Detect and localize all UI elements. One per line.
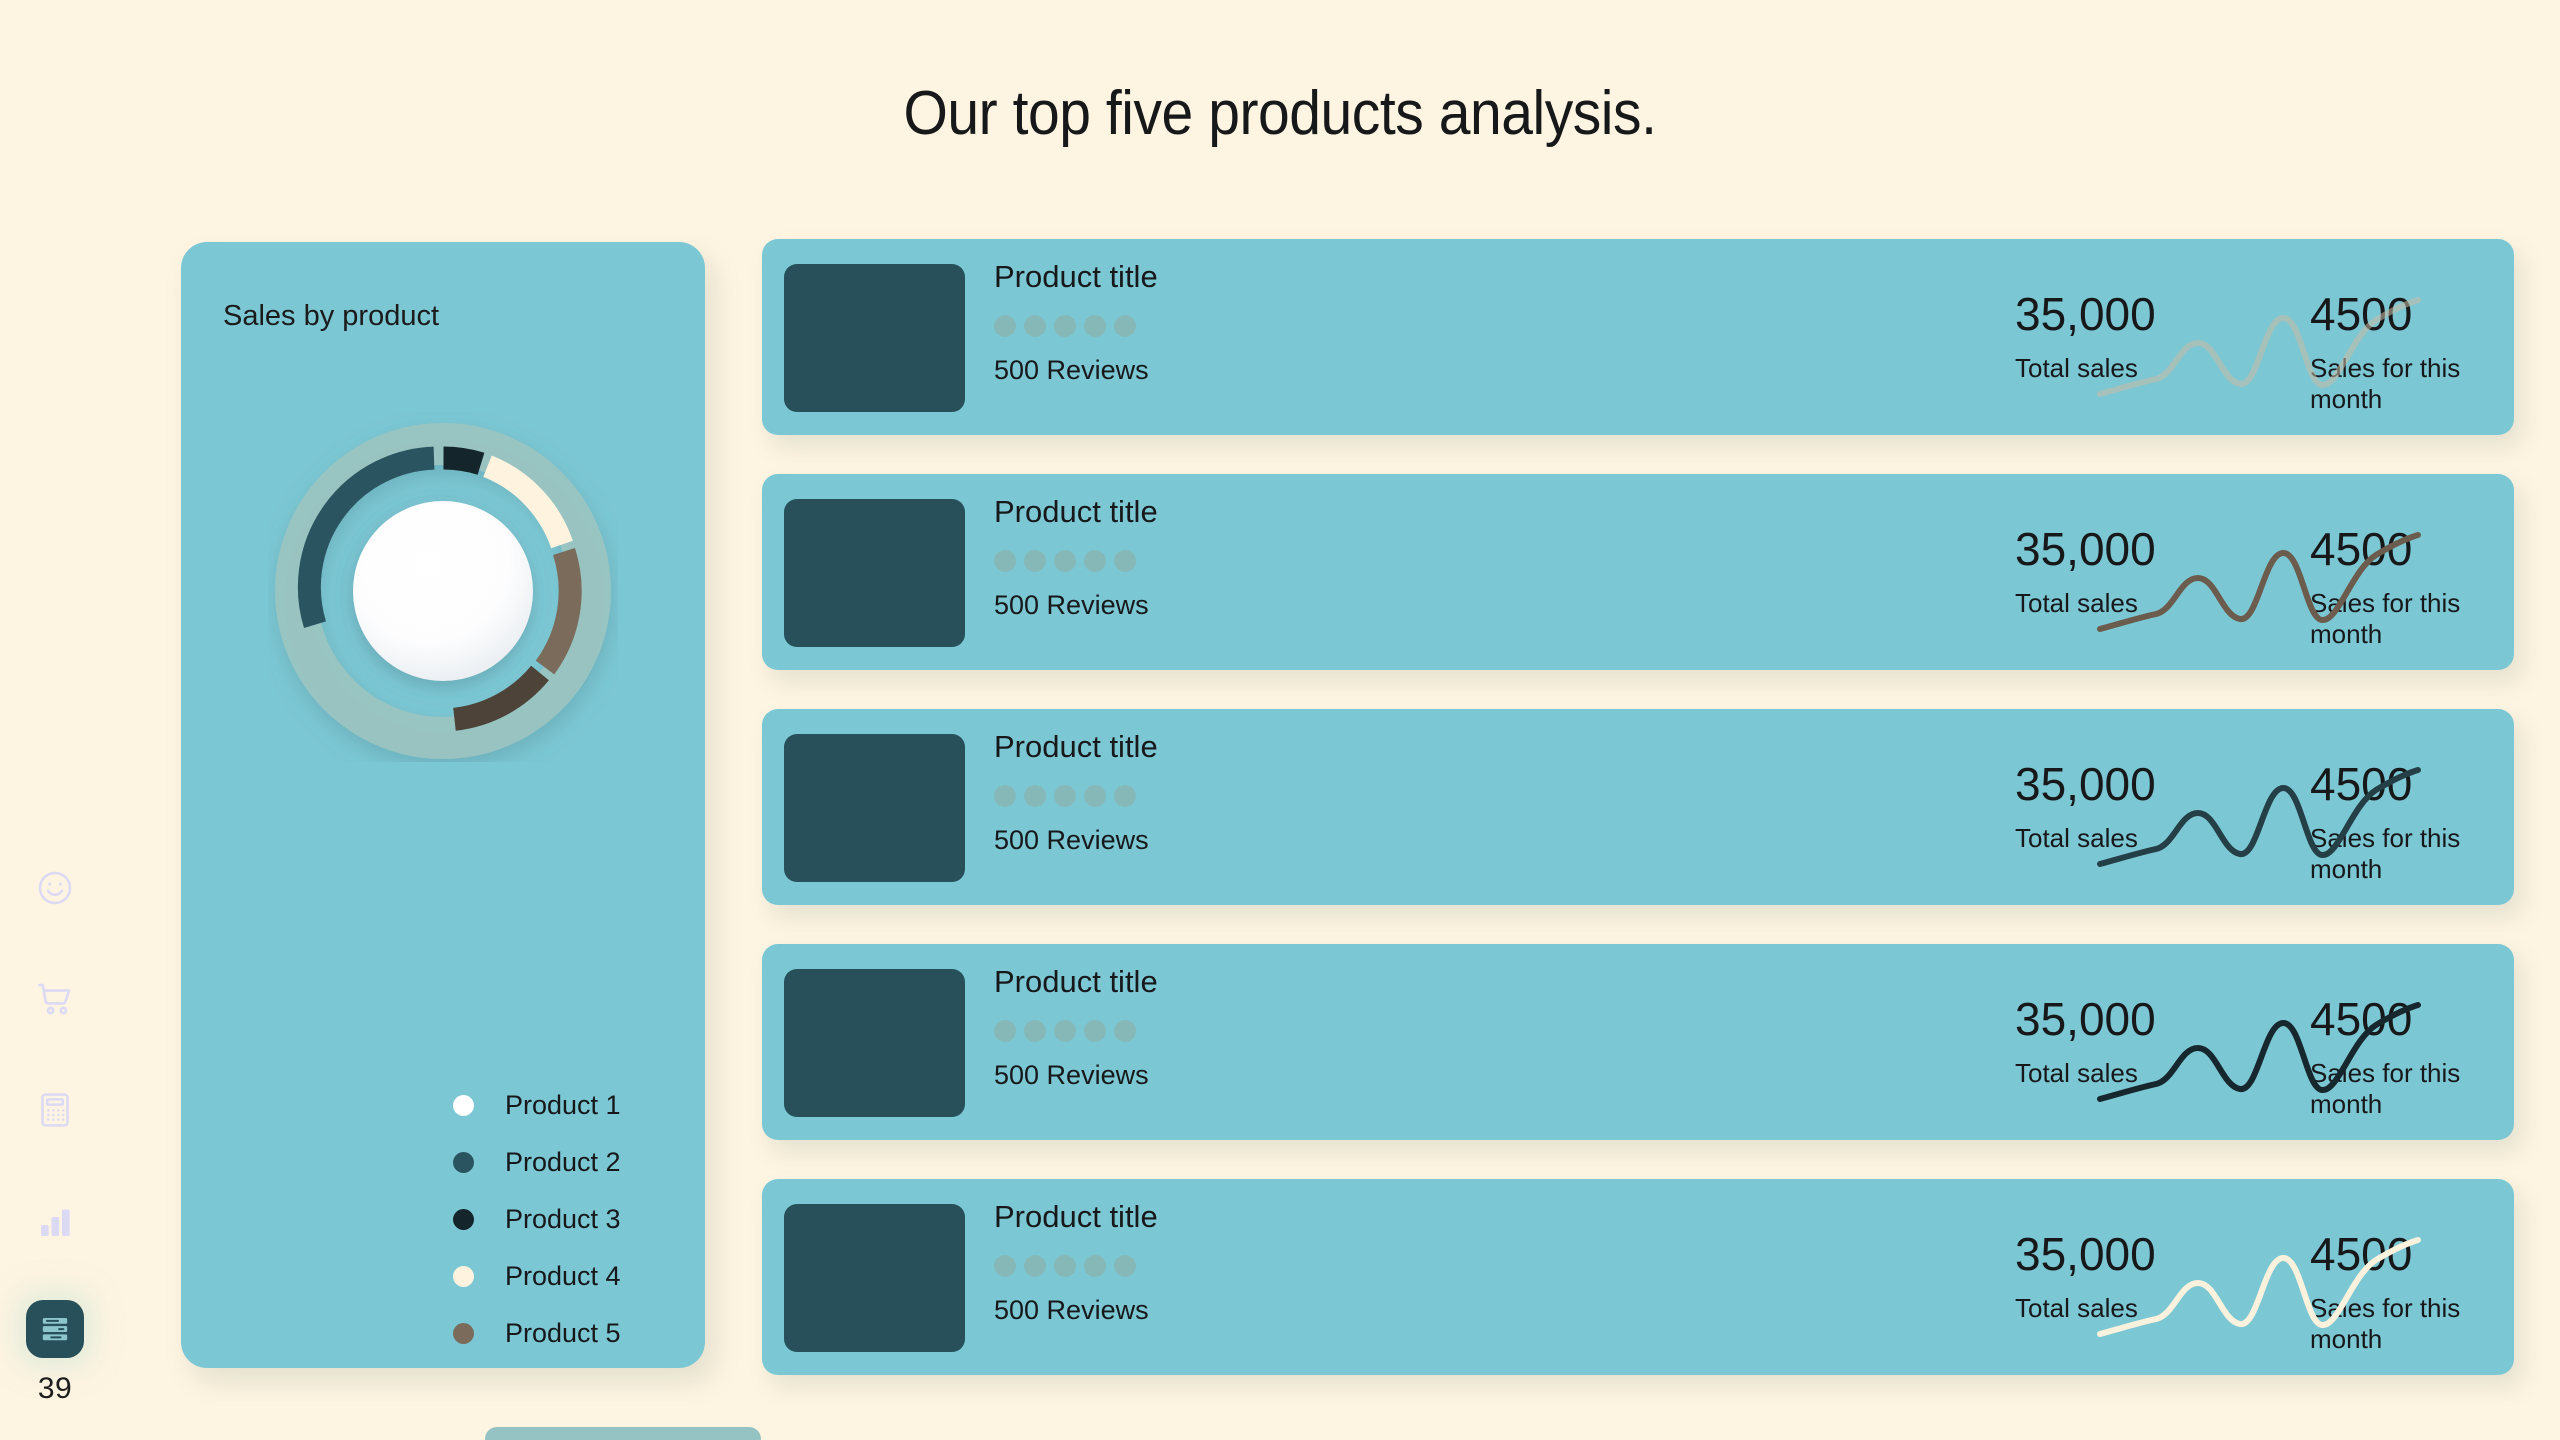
product-thumbnail <box>784 1204 965 1352</box>
table-row[interactable]: Product title 500 Reviews 35,000 Total s… <box>762 1179 2514 1375</box>
star-icon <box>1024 550 1046 572</box>
star-icon <box>994 1020 1016 1042</box>
rating-stars <box>994 1020 1294 1042</box>
card-title: Sales by product <box>223 300 440 332</box>
bar-chart-icon[interactable] <box>23 1189 87 1253</box>
star-icon <box>1054 1255 1076 1277</box>
donut-legend: Product 1 Product 2 Product 3 Product 4 … <box>453 1077 753 1362</box>
server-list-icon <box>26 1300 84 1358</box>
calculator-icon[interactable] <box>23 1078 87 1142</box>
star-icon <box>1084 1255 1106 1277</box>
legend-label: Product 3 <box>505 1204 621 1234</box>
legend-item[interactable]: Product 4 <box>453 1248 753 1305</box>
product-title: Product title <box>994 729 1158 764</box>
dashboard-root: 39 Our top five products analysis. Sales… <box>0 0 2560 1440</box>
rating-stars <box>994 315 1294 337</box>
product-thumbnail <box>784 969 965 1117</box>
star-icon <box>1114 1020 1136 1042</box>
star-icon <box>994 550 1016 572</box>
smiley-face-icon[interactable] <box>23 856 87 920</box>
legend-item[interactable]: Product 3 <box>453 1191 753 1248</box>
sales-by-product-card: Sales by product Product 1 Product 2 Pro… <box>181 242 761 1440</box>
product-title: Product title <box>994 494 1158 529</box>
product-title: Product title <box>994 1199 1158 1234</box>
star-icon <box>994 785 1016 807</box>
star-icon <box>1054 550 1076 572</box>
star-icon <box>1114 315 1136 337</box>
star-icon <box>1024 315 1046 337</box>
sparkline-chart <box>2094 526 2424 636</box>
product-list: Product title 500 Reviews 35,000 Total s… <box>762 239 2514 1414</box>
star-icon <box>1114 1255 1136 1277</box>
star-icon <box>994 1255 1016 1277</box>
review-count: 500 Reviews <box>994 590 1149 620</box>
star-icon <box>1084 315 1106 337</box>
sparkline-chart <box>2094 761 2424 871</box>
star-icon <box>1114 550 1136 572</box>
star-icon <box>1024 1020 1046 1042</box>
legend-color-swatch <box>453 1209 474 1230</box>
legend-item[interactable]: Product 5 <box>453 1305 753 1362</box>
star-icon <box>1054 1020 1076 1042</box>
legend-color-swatch <box>453 1266 474 1287</box>
page-title: Our top five products analysis. <box>903 79 1657 148</box>
legend-label: Product 5 <box>505 1318 621 1348</box>
legend-label: Product 1 <box>505 1090 621 1120</box>
rating-stars <box>994 1255 1294 1277</box>
table-row[interactable]: Product title 500 Reviews 35,000 Total s… <box>762 474 2514 670</box>
star-icon <box>1024 785 1046 807</box>
star-icon <box>1084 1020 1106 1042</box>
rating-stars <box>994 550 1294 572</box>
legend-color-swatch <box>453 1152 474 1173</box>
product-title: Product title <box>994 964 1158 999</box>
legend-color-swatch <box>453 1323 474 1344</box>
product-info: Product title 500 Reviews <box>994 964 1294 1091</box>
star-icon <box>1084 785 1106 807</box>
sparkline-chart <box>2094 1231 2424 1341</box>
legend-label: Product 4 <box>505 1261 621 1291</box>
rating-stars <box>994 785 1294 807</box>
view-more-products-button[interactable]: View more products <box>485 1427 761 1440</box>
table-row[interactable]: Product title 500 Reviews 35,000 Total s… <box>762 239 2514 435</box>
sidebar-item-products[interactable]: 39 <box>26 1300 84 1406</box>
donut-chart <box>268 412 618 762</box>
star-icon <box>1054 785 1076 807</box>
table-row[interactable]: Product title 500 Reviews 35,000 Total s… <box>762 709 2514 905</box>
sparkline-chart <box>2094 996 2424 1106</box>
sidebar-badge-count: 39 <box>37 1372 73 1405</box>
legend-color-swatch <box>453 1095 474 1116</box>
sparkline-chart <box>2094 291 2424 401</box>
product-title: Product title <box>994 259 1158 294</box>
review-count: 500 Reviews <box>994 1060 1149 1090</box>
star-icon <box>1054 315 1076 337</box>
review-count: 500 Reviews <box>994 825 1149 855</box>
product-info: Product title 500 Reviews <box>994 1199 1294 1326</box>
product-info: Product title 500 Reviews <box>994 729 1294 856</box>
star-icon <box>994 315 1016 337</box>
product-thumbnail <box>784 499 965 647</box>
star-icon <box>1084 550 1106 572</box>
legend-label: Product 2 <box>505 1147 621 1177</box>
star-icon <box>1114 785 1136 807</box>
product-info: Product title 500 Reviews <box>994 259 1294 386</box>
product-thumbnail <box>784 264 965 412</box>
shopping-cart-icon[interactable] <box>23 967 87 1031</box>
star-icon <box>1024 1255 1046 1277</box>
table-row[interactable]: Product title 500 Reviews 35,000 Total s… <box>762 944 2514 1140</box>
legend-item[interactable]: Product 1 <box>453 1077 753 1134</box>
review-count: 500 Reviews <box>994 1295 1149 1325</box>
sidebar: 39 <box>0 0 110 1440</box>
legend-item[interactable]: Product 2 <box>453 1134 753 1191</box>
product-info: Product title 500 Reviews <box>994 494 1294 621</box>
product-thumbnail <box>784 734 965 882</box>
review-count: 500 Reviews <box>994 355 1149 385</box>
